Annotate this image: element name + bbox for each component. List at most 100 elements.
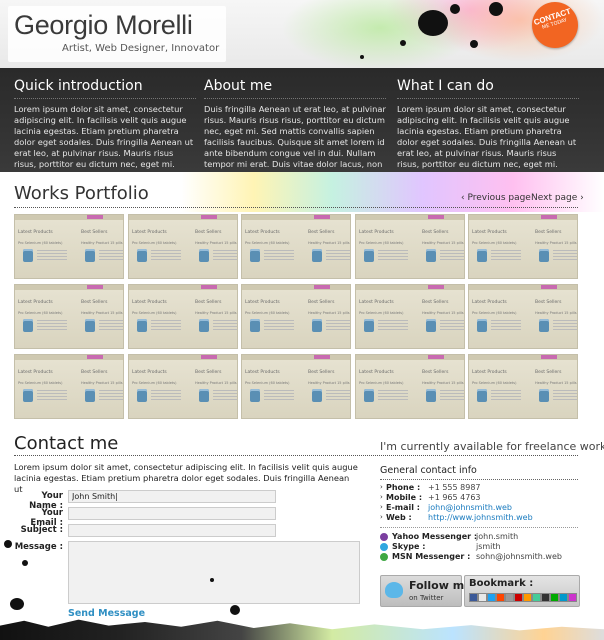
message-field[interactable] [68,541,360,604]
product-jar-icon [137,389,147,402]
thumb-text-right: Healthy Product 15 pills [422,311,464,315]
thumb-text-right: Healthy Product 15 pills [308,381,350,385]
product-jar-icon [85,319,95,332]
thumb-lines [264,250,294,262]
intro-column-quick: Quick introduction Lorem ipsum dolor sit… [14,78,196,170]
intro-text: Lorem ipsum dolor sit amet, consectetur … [14,104,194,169]
divider [14,455,578,456]
product-jar-icon [539,319,549,332]
ink-splat-decoration [470,40,478,48]
portfolio-thumbnail[interactable]: Latest Products Best Sellers Pro Selenium … [128,284,238,349]
msn-label: MSN Messenger : [392,552,471,561]
message-label: Message : [14,542,63,552]
thumb-tag [314,355,330,359]
portfolio-thumbnail[interactable]: Latest Products Best Sellers Pro Selenium … [468,284,578,349]
bookmark-service-icon[interactable] [541,593,550,602]
portfolio-thumbnail[interactable]: Latest Products Best Sellers Pro Selenium … [14,284,124,349]
portfolio-thumbnail[interactable]: Latest Products Best Sellers Pro Selenium … [128,214,238,279]
thumb-tag [541,355,557,359]
thumb-heading-right: Best Sellers [81,300,108,305]
thumb-lines [37,320,67,332]
thumb-text-right: Healthy Product 15 pills [81,311,123,315]
follow-label: Follow me [409,579,472,592]
site-tagline: Artist, Web Designer, Innovator [62,43,220,54]
portfolio-thumbnail[interactable]: Latest Products Best Sellers Pro Selenium … [355,354,465,419]
portfolio-thumbnail[interactable]: Latest Products Best Sellers Pro Selenium … [468,214,578,279]
thumb-text-left: Pro Selenium (60 tablets) [359,311,404,315]
thumb-bar [356,285,464,290]
thumb-text-right: Healthy Product 15 pills [81,241,123,245]
portfolio-thumbnail[interactable]: Latest Products Best Sellers Pro Selenium … [14,354,124,419]
thumb-text-right: Healthy Product 15 pills [422,381,464,385]
bookmark-service-icon[interactable] [469,593,478,602]
bookmark-service-icon[interactable] [514,593,523,602]
name-field[interactable] [68,490,276,503]
logo[interactable]: Georgio Morelli Artist, Web Designer, In… [8,6,226,62]
thumb-heading-right: Best Sellers [422,300,449,305]
thumb-heading-right: Best Sellers [308,370,335,375]
thumb-heading-right: Best Sellers [422,230,449,235]
ink-splat-decoration [10,598,24,610]
thumb-bar [129,215,237,220]
bookmark-service-icon[interactable] [523,593,532,602]
thumb-text-left: Pro Selenium (60 tablets) [18,381,63,385]
bookmark-service-icon[interactable] [478,593,487,602]
intro-text: Lorem ipsum dolor sit amet, consectetur … [397,104,577,169]
portfolio-thumbnail[interactable]: Latest Products Best Sellers Pro Selenium … [355,214,465,279]
thumb-lines [264,320,294,332]
portfolio-thumbnail[interactable]: Latest Products Best Sellers Pro Selenium … [128,354,238,419]
portfolio-thumbnail[interactable]: Latest Products Best Sellers Pro Selenium … [241,354,351,419]
intro-text: Duis fringilla Aenean ut erat leo, at pu… [204,104,386,169]
thumb-text-right: Healthy Product 15 pills [81,381,123,385]
thumb-lines [99,250,123,262]
divider [14,207,578,208]
email-info-label: E-mail : [386,503,420,512]
portfolio-thumbnail[interactable]: Latest Products Best Sellers Pro Selenium … [14,214,124,279]
portfolio-thumbnail[interactable]: Latest Products Best Sellers Pro Selenium … [355,284,465,349]
thumb-text-right: Healthy Product 15 pills [308,311,350,315]
thumb-bar [15,285,123,290]
thumb-text-left: Pro Selenium (60 tablets) [472,381,517,385]
subject-field[interactable] [68,524,276,537]
bookmark-service-icon[interactable] [505,593,514,602]
send-message-button[interactable]: Send Message [68,608,145,619]
follow-twitter-button[interactable]: Follow me on Twitter [380,575,472,607]
thumb-text-right: Healthy Product 15 pills [195,311,237,315]
next-page-link[interactable]: Next page › [531,193,584,203]
product-jar-icon [312,319,322,332]
thumb-heading-left: Latest Products [359,300,394,305]
thumb-tag [314,215,330,219]
portfolio-thumbnail[interactable]: Latest Products Best Sellers Pro Selenium … [468,354,578,419]
follow-sub-label: on Twitter [409,594,444,602]
intro-column-skills: What I can do Lorem ipsum dolor sit amet… [397,78,579,170]
thumb-lines [99,390,123,402]
thumb-heading-left: Latest Products [132,300,167,305]
contact-badge-button[interactable]: CONTACT ME TODAY [526,0,584,54]
bookmark-service-icon[interactable] [559,593,568,602]
portfolio-thumbnail[interactable]: Latest Products Best Sellers Pro Selenium … [241,284,351,349]
thumb-bar [356,215,464,220]
bookmark-service-icon[interactable] [568,593,577,602]
thumb-lines [378,320,408,332]
subject-label: Subject : [20,525,63,535]
email-link[interactable]: john@johnsmith.web [428,503,512,512]
bookmark-service-icon[interactable] [532,593,541,602]
product-jar-icon [250,319,260,332]
thumb-lines [378,390,408,402]
product-jar-icon [364,249,374,262]
web-link[interactable]: http://www.johnsmith.web [428,513,533,522]
bookmark-service-icon[interactable] [550,593,559,602]
thumb-heading-left: Latest Products [472,370,507,375]
previous-page-link[interactable]: ‹ Previous page [461,193,531,203]
thumb-heading-right: Best Sellers [195,230,222,235]
bookmark-service-icon[interactable] [487,593,496,602]
mobile-value: +1 965 4763 [428,493,481,502]
product-jar-icon [426,319,436,332]
thumb-lines [553,390,577,402]
skype-value: jsmith [476,542,501,551]
thumb-text-left: Pro Selenium (60 tablets) [472,241,517,245]
bottom-grunge-decoration [0,619,604,640]
portfolio-thumbnail[interactable]: Latest Products Best Sellers Pro Selenium … [241,214,351,279]
bookmark-service-icon[interactable] [496,593,505,602]
email-field[interactable] [68,507,276,520]
